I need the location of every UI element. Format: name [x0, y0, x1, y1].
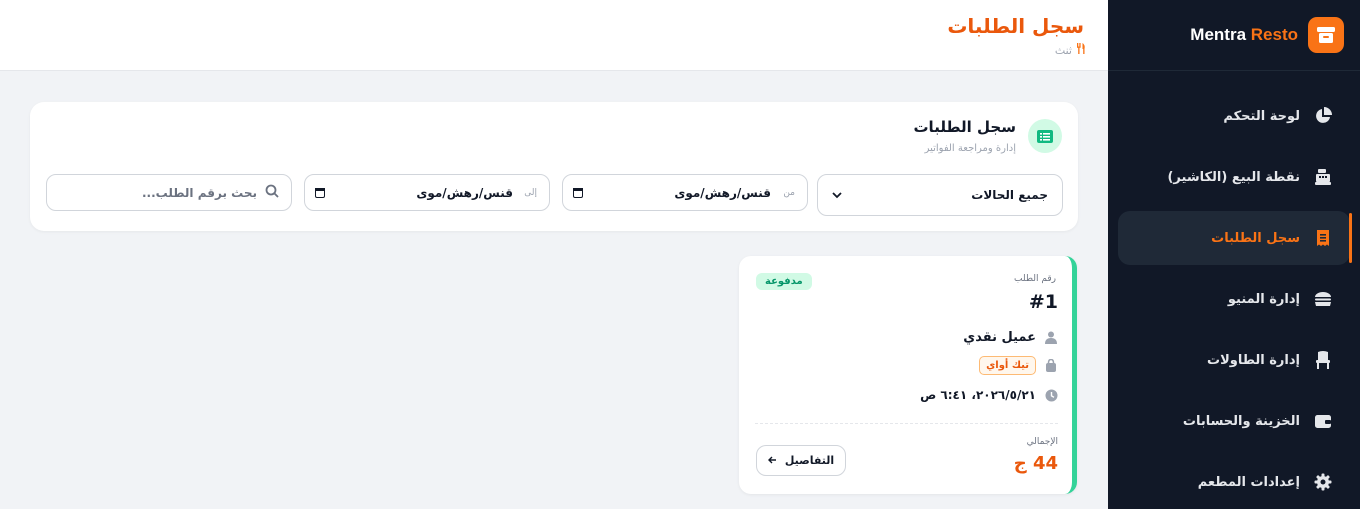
- date-to-input[interactable]: إلى قنس/رهش/موى: [304, 174, 550, 211]
- status-select[interactable]: جميع الحالات: [817, 174, 1063, 216]
- store-icon: [1308, 17, 1344, 53]
- sidebar-item-label: لوحة التحكم: [1223, 108, 1300, 124]
- clock-icon: [1044, 388, 1058, 402]
- bag-icon: [1044, 359, 1058, 373]
- burger-icon: [1312, 288, 1334, 310]
- sidebar-item-label: إعدادات المطعم: [1197, 474, 1300, 490]
- total-label: الإجمالي: [1026, 437, 1058, 447]
- sidebar-item-menu[interactable]: إدارة المنيو: [1118, 272, 1350, 326]
- order-number-label: رقم الطلب: [1014, 274, 1056, 284]
- chevron-down-icon: [832, 188, 842, 202]
- datetime-row: ٢٠٢٦/٥/٢١، ٦:٤١ ص: [920, 388, 1058, 402]
- order-type-badge: تيك أواي: [979, 356, 1036, 375]
- receipt-icon: [1312, 227, 1334, 249]
- gear-icon: [1312, 471, 1334, 493]
- sidebar-item-label: الخزينة والحسابات: [1182, 413, 1300, 429]
- sidebar-item-label: نقطة البيع (الكاشير): [1167, 169, 1300, 185]
- sidebar-item-label: إدارة الطاولات: [1207, 352, 1300, 368]
- search-placeholder: بحث برقم الطلب...: [141, 185, 257, 200]
- user-icon: [1044, 331, 1058, 345]
- calendar-icon[interactable]: [315, 187, 325, 198]
- sidebar-item-orders[interactable]: سجل الطلبات: [1118, 211, 1352, 265]
- brand-name: Mentra Resto: [1190, 25, 1298, 44]
- sidebar-item-label: إدارة المنيو: [1227, 291, 1300, 307]
- sidebar-nav: لوحة التحكم نقطة البيع (الكاشير) سجل الط…: [1108, 71, 1360, 509]
- status-select-value: جميع الحالات: [971, 188, 1048, 202]
- list-icon: [1028, 119, 1062, 153]
- status-badge: مدفوعة: [756, 273, 812, 290]
- sidebar: Mentra Resto لوحة التحكم نقطة البيع (الك…: [1108, 0, 1360, 509]
- filters-title: سجل الطلبات: [913, 118, 1016, 136]
- sidebar-item-pos[interactable]: نقطة البيع (الكاشير): [1118, 150, 1350, 204]
- sidebar-item-treasury[interactable]: الخزينة والحسابات: [1118, 394, 1350, 448]
- details-button[interactable]: التفاصيل: [756, 445, 846, 476]
- divider: [755, 423, 1058, 424]
- calendar-icon[interactable]: [573, 187, 583, 198]
- details-button-label: التفاصيل: [784, 454, 835, 467]
- order-type-row: تيك أواي: [979, 356, 1058, 375]
- date-from-prefix: من: [783, 187, 795, 198]
- page-title: سجل الطلبات: [947, 14, 1084, 38]
- sidebar-item-settings[interactable]: إعدادات المطعم: [1118, 455, 1350, 509]
- breadcrumb: ثنث: [1055, 43, 1086, 57]
- brand[interactable]: Mentra Resto: [1108, 0, 1360, 71]
- date-from-input[interactable]: من قنس/رهش/موى: [562, 174, 808, 211]
- breadcrumb-text: ثنث: [1054, 43, 1072, 57]
- sidebar-item-tables[interactable]: إدارة الطاولات: [1118, 333, 1350, 387]
- order-total: 44 ج: [1013, 453, 1058, 474]
- date-from-value: قنس/رهش/موى: [674, 185, 771, 200]
- pie-chart-icon: [1312, 105, 1334, 127]
- order-datetime: ٢٠٢٦/٥/٢١، ٦:٤١ ص: [920, 388, 1036, 402]
- arrow-left-icon: [767, 454, 777, 467]
- cash-register-icon: [1312, 166, 1334, 188]
- date-to-value: قنس/رهش/موى: [416, 185, 513, 200]
- sidebar-item-label: سجل الطلبات: [1211, 230, 1300, 246]
- chair-icon: [1312, 349, 1334, 371]
- filters-card: سجل الطلبات إدارة ومراجعة الفواتير جميع …: [30, 102, 1078, 231]
- date-to-prefix: إلى: [524, 187, 537, 198]
- filters-subtitle: إدارة ومراجعة الفواتير: [924, 143, 1016, 154]
- customer-name: عميل نقدي: [963, 330, 1036, 345]
- top-bar: سجل الطلبات ثنث: [0, 0, 1108, 71]
- search-input[interactable]: بحث برقم الطلب...: [46, 174, 292, 211]
- sidebar-item-dashboard[interactable]: لوحة التحكم: [1118, 89, 1350, 143]
- customer-row: عميل نقدي: [963, 330, 1058, 345]
- utensils-icon: [1076, 43, 1086, 57]
- wallet-icon: [1312, 410, 1334, 432]
- search-icon: [265, 184, 279, 201]
- order-number: #1: [1028, 291, 1058, 313]
- order-card[interactable]: رقم الطلب #1 مدفوعة عميل نقدي تيك أواي ٢…: [739, 256, 1077, 494]
